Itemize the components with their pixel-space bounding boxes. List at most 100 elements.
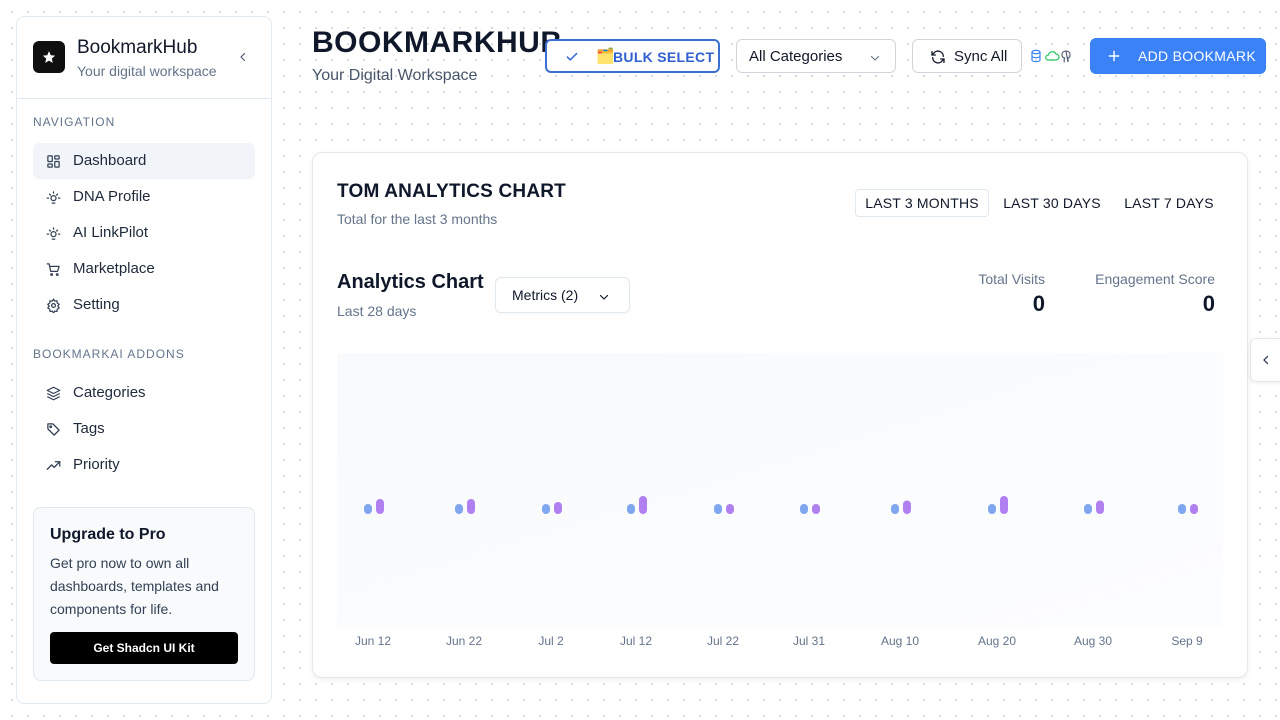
page-title: BOOKMARKHUB <box>312 26 563 59</box>
sync-status-icons <box>1030 49 1076 63</box>
sidebar-item-label: Setting <box>73 296 120 313</box>
x-tick-label: Aug 30 <box>1074 634 1112 648</box>
sync-all-button[interactable]: Sync All <box>912 39 1022 73</box>
sidebar-item-dashboard[interactable]: Dashboard <box>33 143 255 179</box>
database-icon <box>1031 49 1041 63</box>
chart-bar <box>812 504 820 514</box>
panel-toggle-button[interactable] <box>1250 338 1280 382</box>
chart-bar <box>891 504 899 514</box>
brand-subtitle: Your digital workspace <box>77 63 217 79</box>
x-tick-label: Aug 20 <box>978 634 1016 648</box>
x-tick-label: Jul 2 <box>538 634 564 648</box>
refresh-icon <box>930 49 946 65</box>
stat-value: 0 <box>1032 291 1045 316</box>
folder-emoji-icon: 🗂️ <box>596 48 615 65</box>
addons-section-label: BOOKMARKAI ADDONS <box>33 347 185 361</box>
chevron-left-icon[interactable] <box>235 49 251 65</box>
add-bookmark-label: ADD BOOKMARK <box>1138 48 1256 64</box>
chevron-down-icon <box>598 290 610 302</box>
chart-bar <box>1190 504 1198 514</box>
sync-all-label: Sync All <box>954 48 1008 65</box>
get-kit-button[interactable]: Get Shadcn UI Kit <box>50 632 238 664</box>
chart-bar <box>800 504 808 514</box>
upgrade-card: Upgrade to Pro Get pro now to own all da… <box>33 507 255 681</box>
brand-name: BookmarkHub <box>77 37 198 58</box>
chart-bar <box>1096 500 1104 514</box>
sidebar-item-marketplace[interactable]: Marketplace <box>33 251 255 287</box>
upgrade-title: Upgrade to Pro <box>50 526 166 543</box>
x-tick-label: Sep 9 <box>1171 634 1203 648</box>
sidebar-item-dna-profile[interactable]: DNA Profile <box>33 179 255 215</box>
sidebar-item-label: Priority <box>73 456 120 473</box>
category-select[interactable]: All Categories <box>736 39 896 73</box>
page-subtitle: Your Digital Workspace <box>312 67 478 84</box>
dashboard-icon <box>45 153 61 169</box>
chart-title: Analytics Chart <box>337 271 484 293</box>
sidebar-item-label: Categories <box>73 384 146 401</box>
cloud-icon <box>1045 51 1060 61</box>
stat-total-visits: Total Visits 0 <box>945 271 1045 317</box>
chart-bar <box>988 504 996 514</box>
plus-icon <box>1107 49 1121 63</box>
sidebar-item-label: Dashboard <box>73 152 147 169</box>
sidebar-item-setting[interactable]: Setting <box>33 287 255 323</box>
trending-up-icon <box>45 457 61 473</box>
tag-icon <box>45 421 61 437</box>
card-subtitle: Total for the last 3 months <box>337 211 498 227</box>
stat-label: Engagement Score <box>1095 271 1215 287</box>
chart-bar <box>467 499 475 514</box>
gear-icon <box>45 297 61 313</box>
range-last-30-days[interactable]: LAST 30 DAYS <box>997 189 1107 217</box>
stat-value: 0 <box>1202 291 1215 316</box>
x-tick-label: Jul 22 <box>707 634 739 648</box>
range-last-7-days[interactable]: LAST 7 DAYS <box>1119 189 1219 217</box>
sidebar-item-label: Marketplace <box>73 260 155 277</box>
sidebar-item-label: DNA Profile <box>73 188 151 205</box>
range-last-3-months[interactable]: LAST 3 MONTHS <box>855 189 989 217</box>
sidebar-item-priority[interactable]: Priority <box>33 447 255 483</box>
chart-bar <box>455 504 463 514</box>
chart-bar <box>542 504 550 514</box>
chart-bar <box>376 499 384 514</box>
sidebar-item-ai-linkpilot[interactable]: AI LinkPilot <box>33 215 255 251</box>
sidebar-item-label: AI LinkPilot <box>73 224 149 241</box>
stat-engagement-score: Engagement Score 0 <box>1055 271 1215 317</box>
chart-bar <box>1178 504 1186 514</box>
x-tick-label: Jun 12 <box>355 634 391 648</box>
metrics-label: Metrics (2) <box>512 287 579 303</box>
lightbulb-icon <box>45 189 61 205</box>
chart-subtitle: Last 28 days <box>337 303 417 319</box>
cart-icon <box>45 261 61 277</box>
github-icon <box>1061 50 1071 63</box>
category-select-value: All Categories <box>749 48 843 65</box>
chart-bar <box>554 502 562 514</box>
chart-bar <box>903 500 911 514</box>
lightbulb-icon <box>45 225 61 241</box>
card-title: TOM ANALYTICS CHART <box>337 181 566 202</box>
chevron-down-icon <box>869 51 881 63</box>
brand-header: BookmarkHub Your digital workspace <box>17 17 271 99</box>
chart-bar <box>714 504 722 514</box>
add-bookmark-button[interactable]: ADD BOOKMARK <box>1090 38 1266 74</box>
x-tick-label: Jun 22 <box>446 634 482 648</box>
analytics-card: TOM ANALYTICS CHART Total for the last 3… <box>312 152 1248 678</box>
nav-section-label: NAVIGATION <box>33 115 116 129</box>
x-tick-label: Jul 31 <box>793 634 825 648</box>
sidebar: BookmarkHub Your digital workspace NAVIG… <box>16 16 272 704</box>
chart-bar <box>1000 496 1008 514</box>
chart-bar <box>639 496 647 514</box>
analytics-bar-chart: Jun 12 Jun 22 Jul 2 Jul 12 Jul 22 Jul 31 Aug 1… <box>337 353 1223 648</box>
sidebar-item-label: Tags <box>73 420 105 437</box>
x-tick-label: Aug 10 <box>881 634 919 648</box>
chart-bar <box>627 504 635 514</box>
chart-bar <box>726 504 734 514</box>
check-icon <box>565 50 579 64</box>
chart-bar <box>1084 504 1092 514</box>
chevron-left-icon <box>1262 355 1268 365</box>
sidebar-item-tags[interactable]: Tags <box>33 411 255 447</box>
chart-bar <box>364 504 372 514</box>
metrics-dropdown[interactable]: Metrics (2) <box>495 277 630 313</box>
bulk-select-button[interactable]: 🗂️ BULK SELECT <box>545 39 720 73</box>
sidebar-item-categories[interactable]: Categories <box>33 375 255 411</box>
star-icon <box>33 41 65 73</box>
